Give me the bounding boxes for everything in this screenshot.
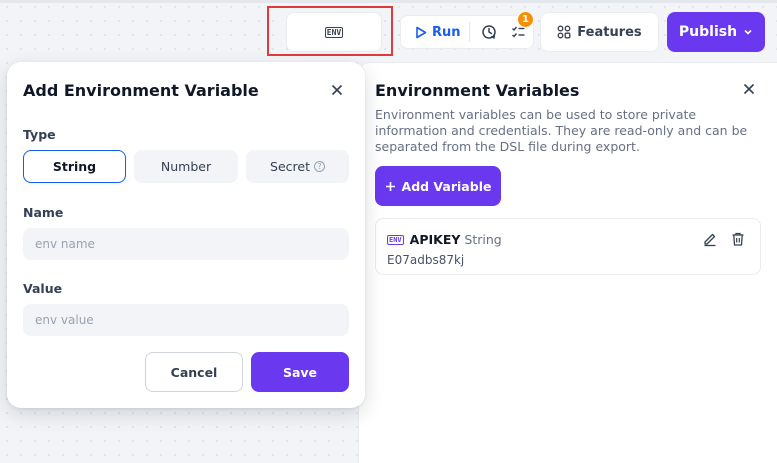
play-icon — [416, 26, 427, 38]
type-option-number[interactable]: Number — [134, 150, 238, 183]
run-history-button[interactable] — [474, 16, 504, 48]
history-icon — [482, 25, 496, 39]
env-variables-button[interactable]: ENV — [286, 12, 382, 52]
variable-name: APIKEY — [409, 232, 461, 247]
publish-button[interactable]: Publish — [667, 12, 765, 52]
cancel-label: Cancel — [170, 364, 218, 380]
close-icon[interactable] — [739, 79, 759, 99]
run-label: Run — [432, 24, 461, 40]
chevron-down-icon — [744, 29, 752, 35]
run-button[interactable]: Run — [401, 16, 467, 48]
canvas-top-border — [0, 0, 777, 3]
cancel-button[interactable]: Cancel — [145, 352, 243, 392]
type-option-string[interactable]: String — [23, 150, 126, 183]
type-option-label: Number — [160, 159, 212, 174]
edit-icon[interactable] — [702, 231, 720, 249]
dialog-title: Add Environment Variable — [23, 81, 259, 100]
env-value-input[interactable] — [23, 304, 349, 336]
checklist-count-badge: 1 — [517, 11, 534, 28]
env-icon: ENV — [387, 234, 404, 245]
add-variable-button[interactable]: Add Variable — [375, 166, 501, 206]
variable-type: String — [464, 232, 502, 247]
type-option-label: String — [52, 159, 97, 174]
panel-description: Environment variables can be used to sto… — [375, 107, 748, 154]
add-variable-label: Add Variable — [401, 178, 492, 194]
features-label: Features — [577, 24, 642, 40]
variable-header: ENV APIKEY String — [387, 232, 502, 247]
env-name-input[interactable] — [23, 228, 349, 260]
type-option-label: Secret — [270, 159, 310, 174]
features-button[interactable]: Features — [540, 12, 659, 52]
trash-icon[interactable] — [730, 231, 748, 249]
type-label: Type — [23, 127, 56, 142]
save-button[interactable]: Save — [251, 352, 349, 392]
value-label: Value — [23, 281, 63, 296]
env-icon: ENV — [324, 26, 344, 38]
features-icon — [557, 25, 571, 39]
plus-icon — [385, 181, 395, 191]
variable-value: E07adbs87kj — [387, 253, 465, 267]
close-icon[interactable] — [327, 80, 347, 100]
run-divider — [469, 22, 470, 42]
run-group: Run — [400, 15, 534, 49]
add-environment-variable-dialog: Add Environment Variable Type String Num… — [7, 62, 365, 408]
info-icon[interactable]: ? — [313, 161, 325, 172]
name-label: Name — [23, 205, 64, 220]
variable-card: ENV APIKEY String E07adbs87kj — [375, 218, 761, 275]
panel-title: Environment Variables — [375, 81, 580, 100]
environment-variables-panel: Environment Variables Environment variab… — [358, 62, 777, 463]
save-label: Save — [282, 364, 318, 380]
publish-label: Publish — [678, 24, 738, 40]
type-option-secret[interactable]: Secret ? — [246, 150, 349, 183]
